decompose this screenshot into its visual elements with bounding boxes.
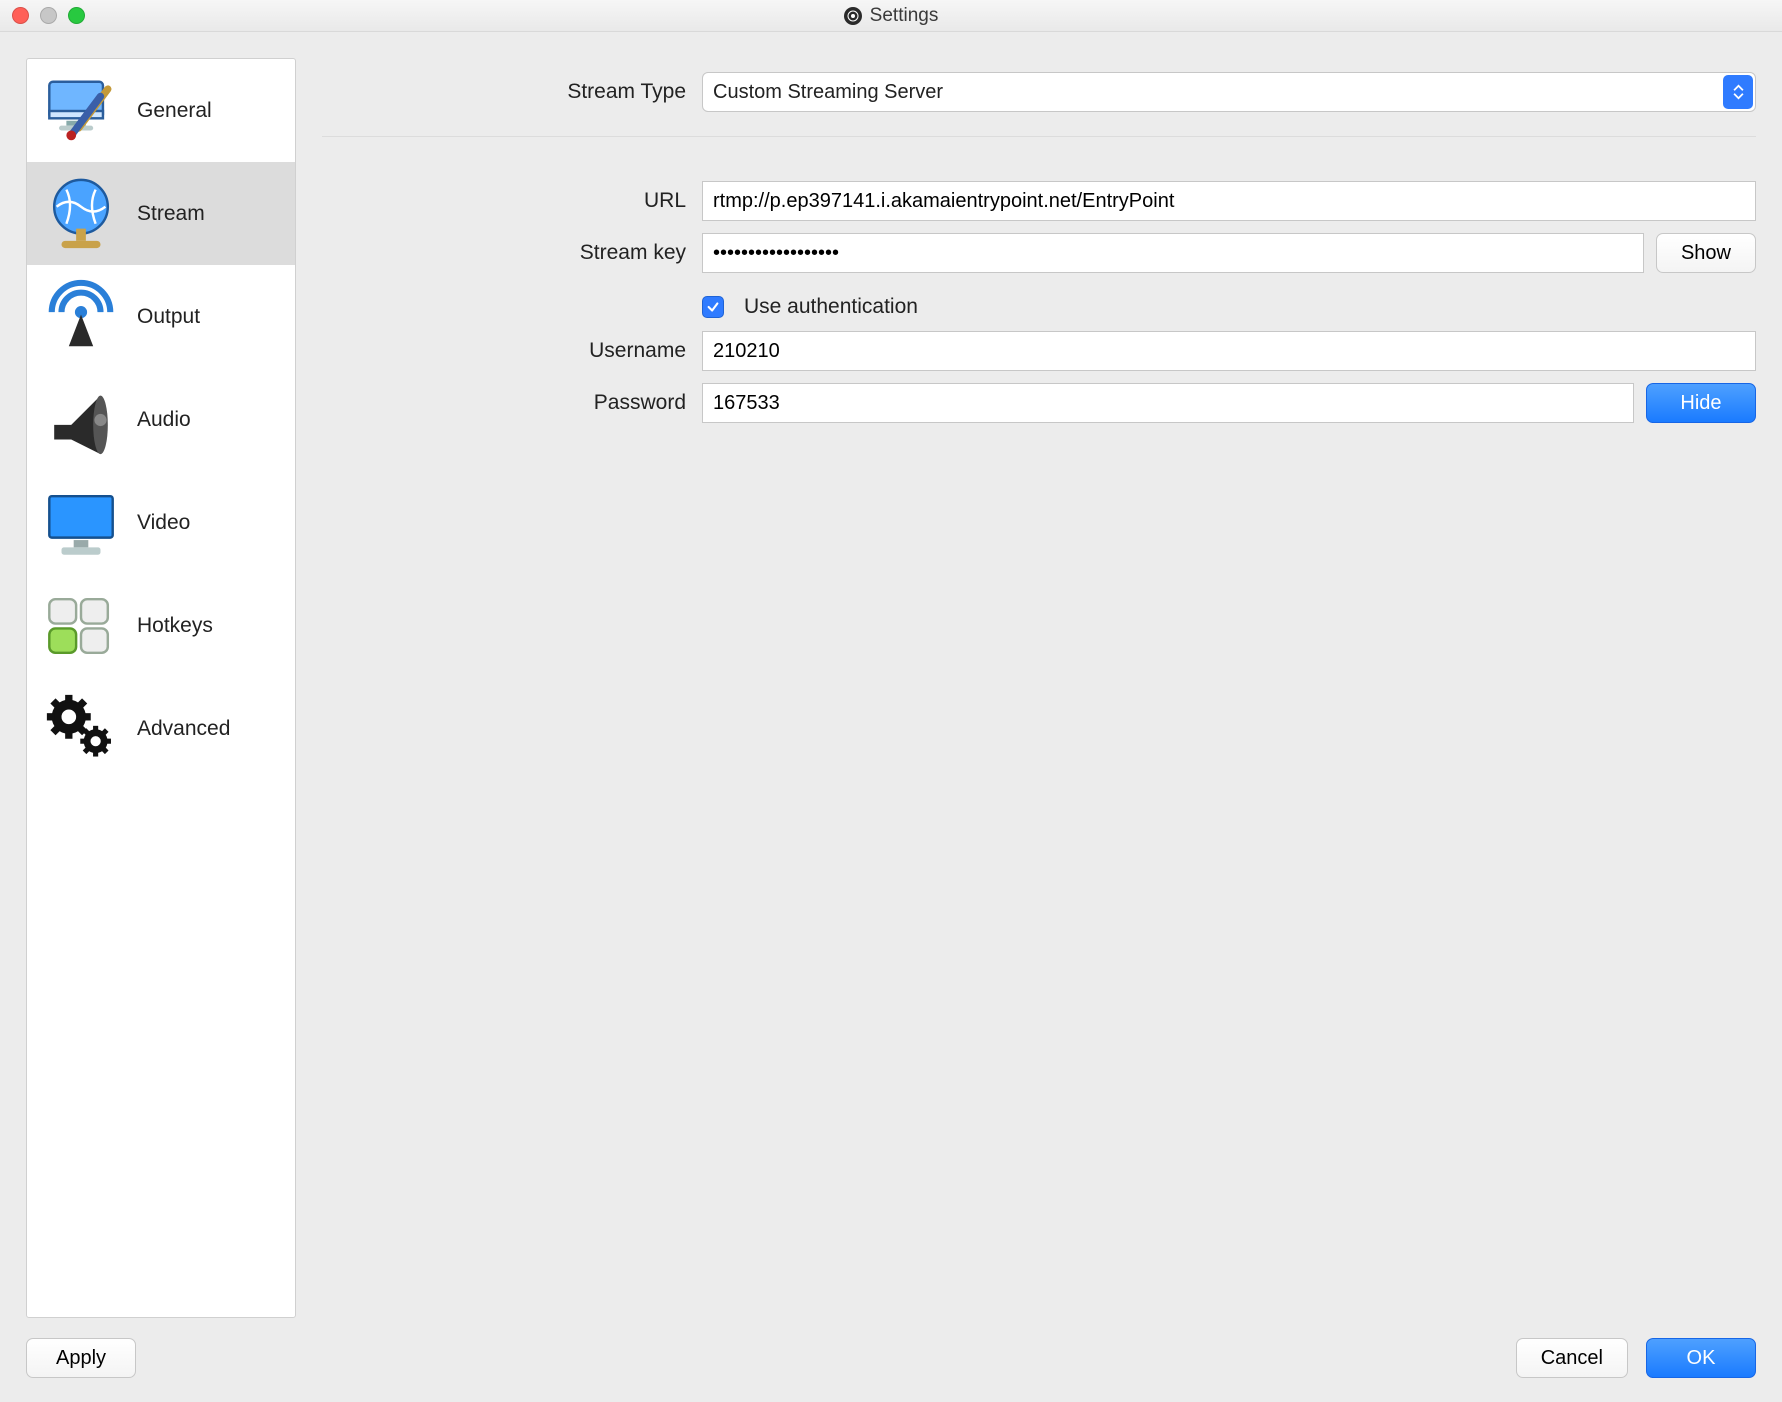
ok-button[interactable]: OK	[1646, 1338, 1756, 1378]
sidebar-item-video[interactable]: Video	[27, 471, 295, 574]
chevron-up-down-icon	[1723, 75, 1753, 109]
stream-settings-panel: Stream Type Custom Streaming Server URL …	[322, 58, 1756, 1318]
dialog-button-bar: Apply Cancel OK	[0, 1332, 1782, 1402]
use-authentication-checkbox[interactable]	[702, 296, 724, 318]
close-window-button[interactable]	[12, 7, 29, 24]
use-authentication-label: Use authentication	[744, 295, 918, 319]
window-controls	[12, 7, 85, 24]
globe-icon	[39, 172, 123, 256]
password-label: Password	[322, 391, 702, 415]
stream-key-label: Stream key	[322, 241, 702, 265]
stream-type-value: Custom Streaming Server	[702, 72, 1756, 112]
cancel-button[interactable]: Cancel	[1516, 1338, 1628, 1378]
antenna-icon	[39, 275, 123, 359]
url-label: URL	[322, 189, 702, 213]
monitor-tools-icon	[39, 69, 123, 153]
url-input[interactable]	[702, 181, 1756, 221]
sidebar-item-advanced[interactable]: Advanced	[27, 677, 295, 780]
sidebar-item-label: General	[137, 99, 212, 123]
username-label: Username	[322, 339, 702, 363]
sidebar-item-label: Hotkeys	[137, 614, 213, 638]
window-title: Settings	[870, 5, 939, 27]
stream-type-select[interactable]: Custom Streaming Server	[702, 72, 1756, 112]
speaker-icon	[39, 378, 123, 462]
hide-button[interactable]: Hide	[1646, 383, 1756, 423]
keyboard-keys-icon	[39, 584, 123, 668]
section-divider	[322, 136, 1756, 137]
sidebar-item-stream[interactable]: Stream	[27, 162, 295, 265]
app-icon	[844, 7, 862, 25]
sidebar-item-output[interactable]: Output	[27, 265, 295, 368]
minimize-window-button[interactable]	[40, 7, 57, 24]
sidebar-item-hotkeys[interactable]: Hotkeys	[27, 574, 295, 677]
stream-type-label: Stream Type	[322, 80, 702, 104]
show-button[interactable]: Show	[1656, 233, 1756, 273]
password-input[interactable]	[702, 383, 1634, 423]
sidebar-item-label: Stream	[137, 202, 205, 226]
sidebar-item-label: Advanced	[137, 717, 230, 741]
sidebar-item-label: Audio	[137, 408, 191, 432]
sidebar-item-audio[interactable]: Audio	[27, 368, 295, 471]
titlebar: Settings	[0, 0, 1782, 32]
gears-icon	[39, 687, 123, 771]
maximize-window-button[interactable]	[68, 7, 85, 24]
sidebar-item-label: Output	[137, 305, 200, 329]
apply-button[interactable]: Apply	[26, 1338, 136, 1378]
display-icon	[39, 481, 123, 565]
settings-sidebar: General Stream	[26, 58, 296, 1318]
username-input[interactable]	[702, 331, 1756, 371]
sidebar-item-general[interactable]: General	[27, 59, 295, 162]
sidebar-item-label: Video	[137, 511, 190, 535]
stream-key-input[interactable]	[702, 233, 1644, 273]
